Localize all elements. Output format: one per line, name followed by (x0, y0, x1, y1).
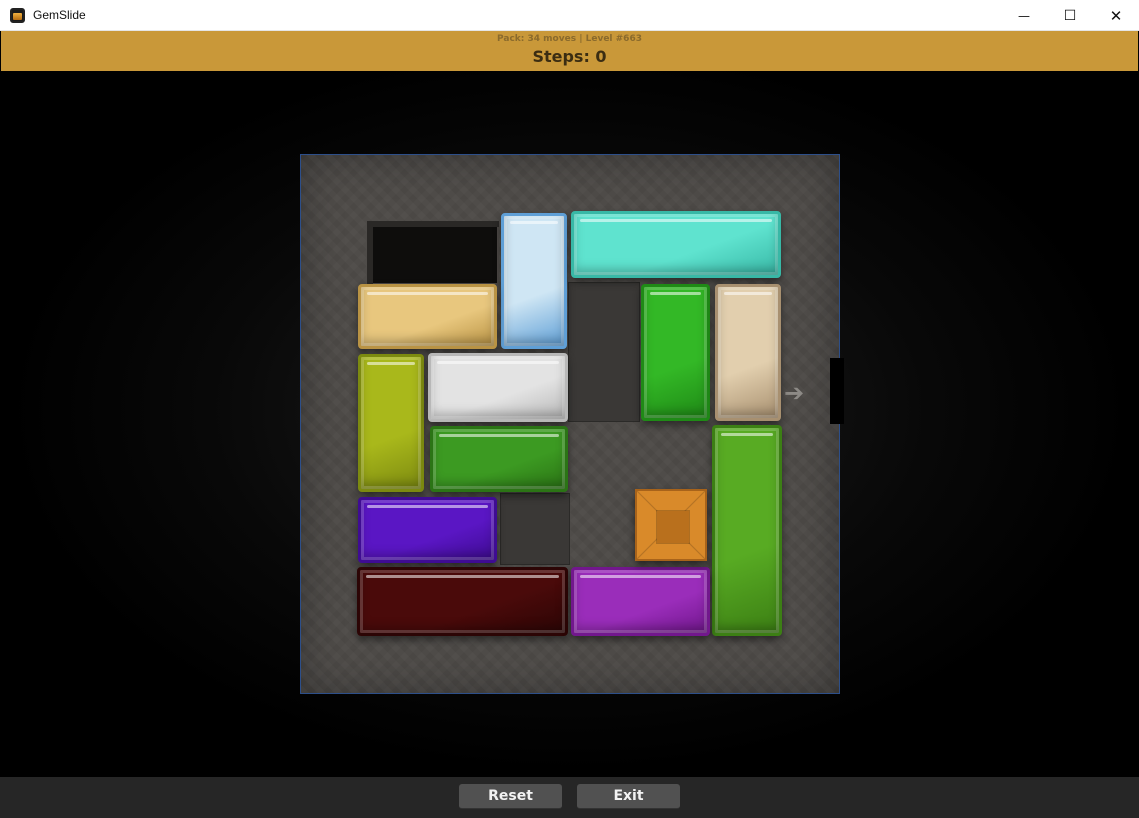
board-exit-notch (830, 358, 844, 424)
minimize-button[interactable]: — (1001, 0, 1047, 31)
minimize-icon: — (1018, 8, 1030, 23)
close-icon: ✕ (1109, 6, 1123, 25)
piece-beige-vertical[interactable] (715, 284, 781, 421)
piece-white-horizontal[interactable] (428, 353, 568, 422)
board-well (568, 282, 640, 422)
title-bar: GemSlide — ☐ ✕ (0, 0, 1139, 31)
board-hole (367, 221, 499, 285)
piece-ice-blue-vertical[interactable] (501, 213, 567, 349)
piece-leafgreen-vertical[interactable] (712, 425, 782, 636)
exit-arrow-icon: ➔ (784, 379, 804, 407)
level-header: Pack: 34 moves | Level #663 Steps: 0 (1, 31, 1138, 71)
piece-aqua-horizontal[interactable] (571, 211, 781, 278)
maximize-icon: ☐ (1063, 7, 1077, 24)
piece-indigo-horizontal[interactable] (358, 497, 497, 563)
target-gem-face (657, 511, 689, 543)
close-button[interactable]: ✕ (1093, 0, 1139, 31)
exit-button[interactable]: Exit (577, 784, 680, 809)
piece-sand-horizontal[interactable] (358, 284, 497, 349)
footer-bar: Reset Exit (0, 777, 1139, 818)
piece-darkgreen-horizontal[interactable] (430, 426, 568, 492)
target-gem-orange[interactable] (635, 489, 707, 561)
piece-magenta-horizontal[interactable] (571, 567, 710, 636)
maximize-button[interactable]: ☐ (1047, 0, 1093, 31)
app-icon (10, 8, 25, 23)
steps-counter: Steps: 0 (532, 47, 607, 66)
piece-green-vertical[interactable] (641, 284, 710, 421)
board-well (500, 493, 570, 565)
window-title: GemSlide (33, 8, 86, 22)
pack-info: Pack: 34 moves | Level #663 (497, 34, 642, 44)
piece-maroon-horizontal[interactable] (357, 567, 568, 636)
piece-lime-vertical[interactable] (358, 354, 424, 492)
reset-button[interactable]: Reset (459, 784, 562, 809)
